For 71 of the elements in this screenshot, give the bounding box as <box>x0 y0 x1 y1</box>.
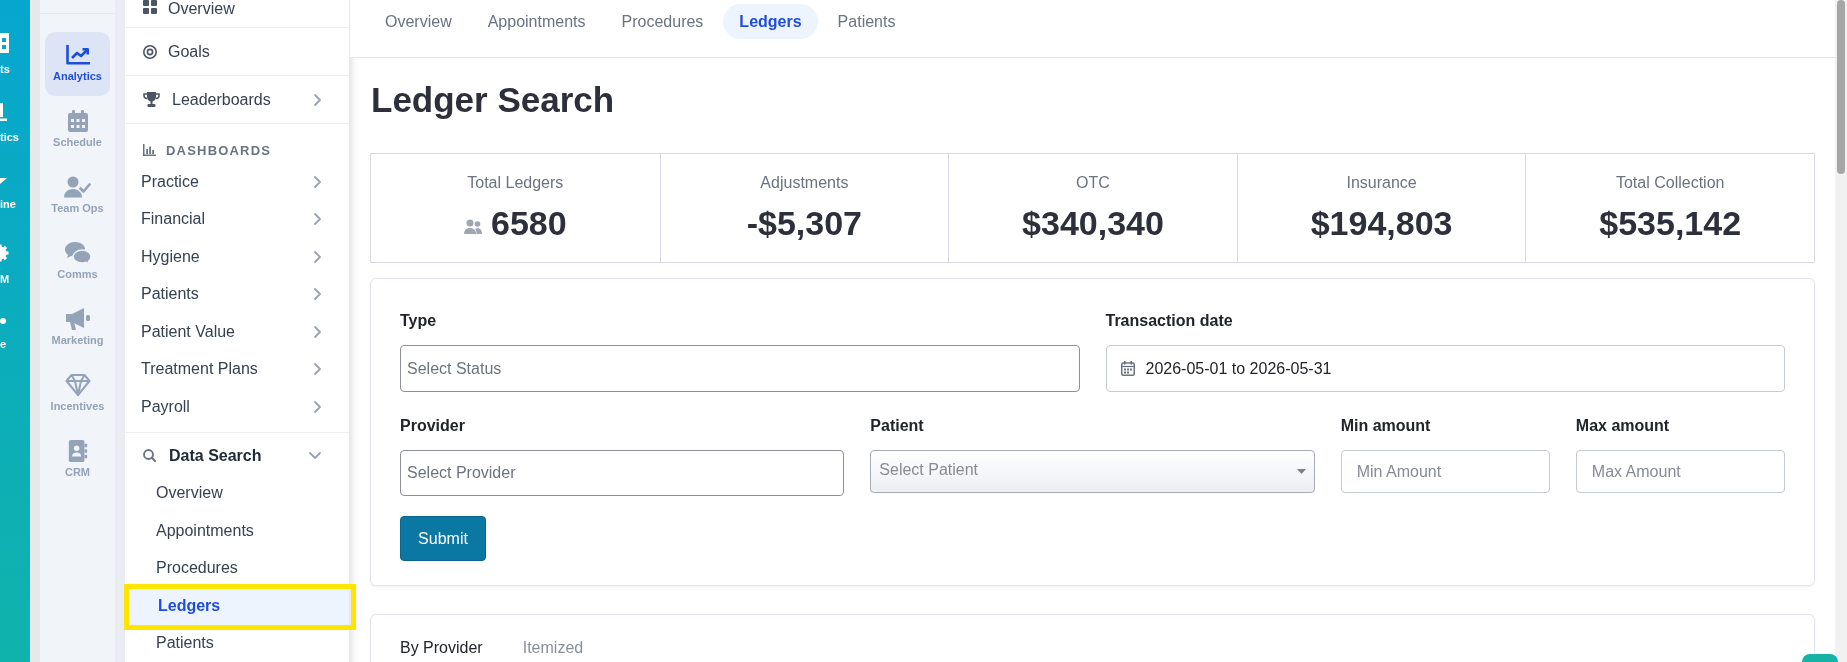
sidebar-link[interactable]: Payroll <box>125 388 349 426</box>
sidebar-link[interactable]: Overview <box>125 0 349 28</box>
sidebar-link[interactable]: Hygiene <box>125 238 349 276</box>
sidebar-link[interactable]: Financial <box>125 200 349 238</box>
stat-value: $535,142 <box>1599 203 1742 243</box>
dot-icon[interactable] <box>0 317 6 324</box>
target-icon <box>143 44 157 59</box>
trophy-icon <box>143 92 160 107</box>
megaphone-icon <box>64 308 91 330</box>
user-check-icon <box>64 176 91 198</box>
triangle-icon[interactable] <box>0 177 7 184</box>
search-select-field[interactable]: Select Provider <box>400 450 845 496</box>
line-chart-icon <box>65 44 90 66</box>
stat-label: Total Collection <box>1615 173 1725 193</box>
tab[interactable]: Appointments <box>471 4 602 39</box>
sidebar-link[interactable]: Practice <box>125 163 349 201</box>
gear-icon[interactable] <box>0 242 9 264</box>
sidebar-link[interactable]: Goals <box>125 28 349 76</box>
dropdown[interactable]: Select Patient <box>870 450 1315 493</box>
search-select-field[interactable]: Select Status <box>400 345 1080 392</box>
tab[interactable]: By Provider <box>400 638 483 658</box>
stat-value: 6580 <box>490 203 567 243</box>
sidebar-link[interactable]: Leaderboards <box>125 76 349 124</box>
stat-label: Adjustments <box>760 173 849 193</box>
grid-icon <box>143 0 157 14</box>
users-icon <box>463 218 482 234</box>
stat-label: Insurance <box>1346 173 1417 193</box>
building-icon[interactable] <box>0 33 9 53</box>
date-range-field[interactable]: 2026-05-01 to 2026-05-31 <box>1105 345 1785 392</box>
page-title: Ledger Search <box>371 80 616 120</box>
field-label: Type <box>400 311 438 331</box>
stat-label: Total Ledgers <box>467 173 564 193</box>
sidebar-link[interactable]: Patients <box>125 275 349 313</box>
amount-field[interactable]: Min Amount <box>1340 450 1550 493</box>
tab[interactable]: Itemized <box>522 638 584 658</box>
scrollbar-thumb[interactable] <box>1837 0 1845 174</box>
sidebar-link[interactable]: Procedures <box>125 549 349 587</box>
contact-book-icon <box>67 440 88 462</box>
field-label: Patient <box>870 416 925 436</box>
sidebar-link[interactable]: Overview <box>125 474 349 512</box>
stat-value: $340,340 <box>1022 203 1164 243</box>
amount-field[interactable]: Max Amount <box>1575 450 1785 493</box>
field-label: Max amount <box>1575 416 1671 436</box>
stat-value: $194,803 <box>1310 203 1453 243</box>
sidebar-link[interactable]: Treatment Plans <box>125 350 349 388</box>
bar-chart-icon <box>143 144 156 156</box>
tab[interactable]: Procedures <box>605 4 720 39</box>
tab[interactable]: Ledgers <box>723 4 818 39</box>
stat-value: -$5,307 <box>746 203 863 243</box>
nav-button[interactable]: Analytics <box>45 32 110 96</box>
bar-chart-icon[interactable] <box>0 103 7 121</box>
search-icon <box>143 449 156 462</box>
field-label: Min amount <box>1340 416 1432 436</box>
tab[interactable]: Patients <box>821 4 912 39</box>
sidebar-link[interactable]: Patients <box>125 624 349 662</box>
field-label: Provider <box>400 416 466 436</box>
sidebar-link[interactable]: Appointments <box>125 512 349 550</box>
section-heading: DASHBOARDS <box>166 142 272 158</box>
calendar-icon <box>67 110 88 132</box>
sidebar-link[interactable]: Ledgers <box>130 587 349 625</box>
round-button[interactable] <box>1802 654 1838 662</box>
stat-label: OTC <box>1076 173 1110 193</box>
caret-icon <box>1296 469 1306 474</box>
field-label: Transaction date <box>1105 311 1234 331</box>
sidebar-link[interactable]: Patient Value <box>125 313 349 351</box>
sidebar-group-toggle[interactable]: Data Search <box>125 432 349 475</box>
chat-bubbles-icon <box>64 242 91 264</box>
tab[interactable]: Overview <box>369 4 468 39</box>
calendar-icon <box>1120 361 1135 376</box>
submit-button[interactable]: Submit <box>400 516 486 561</box>
diamond-icon <box>64 374 91 396</box>
